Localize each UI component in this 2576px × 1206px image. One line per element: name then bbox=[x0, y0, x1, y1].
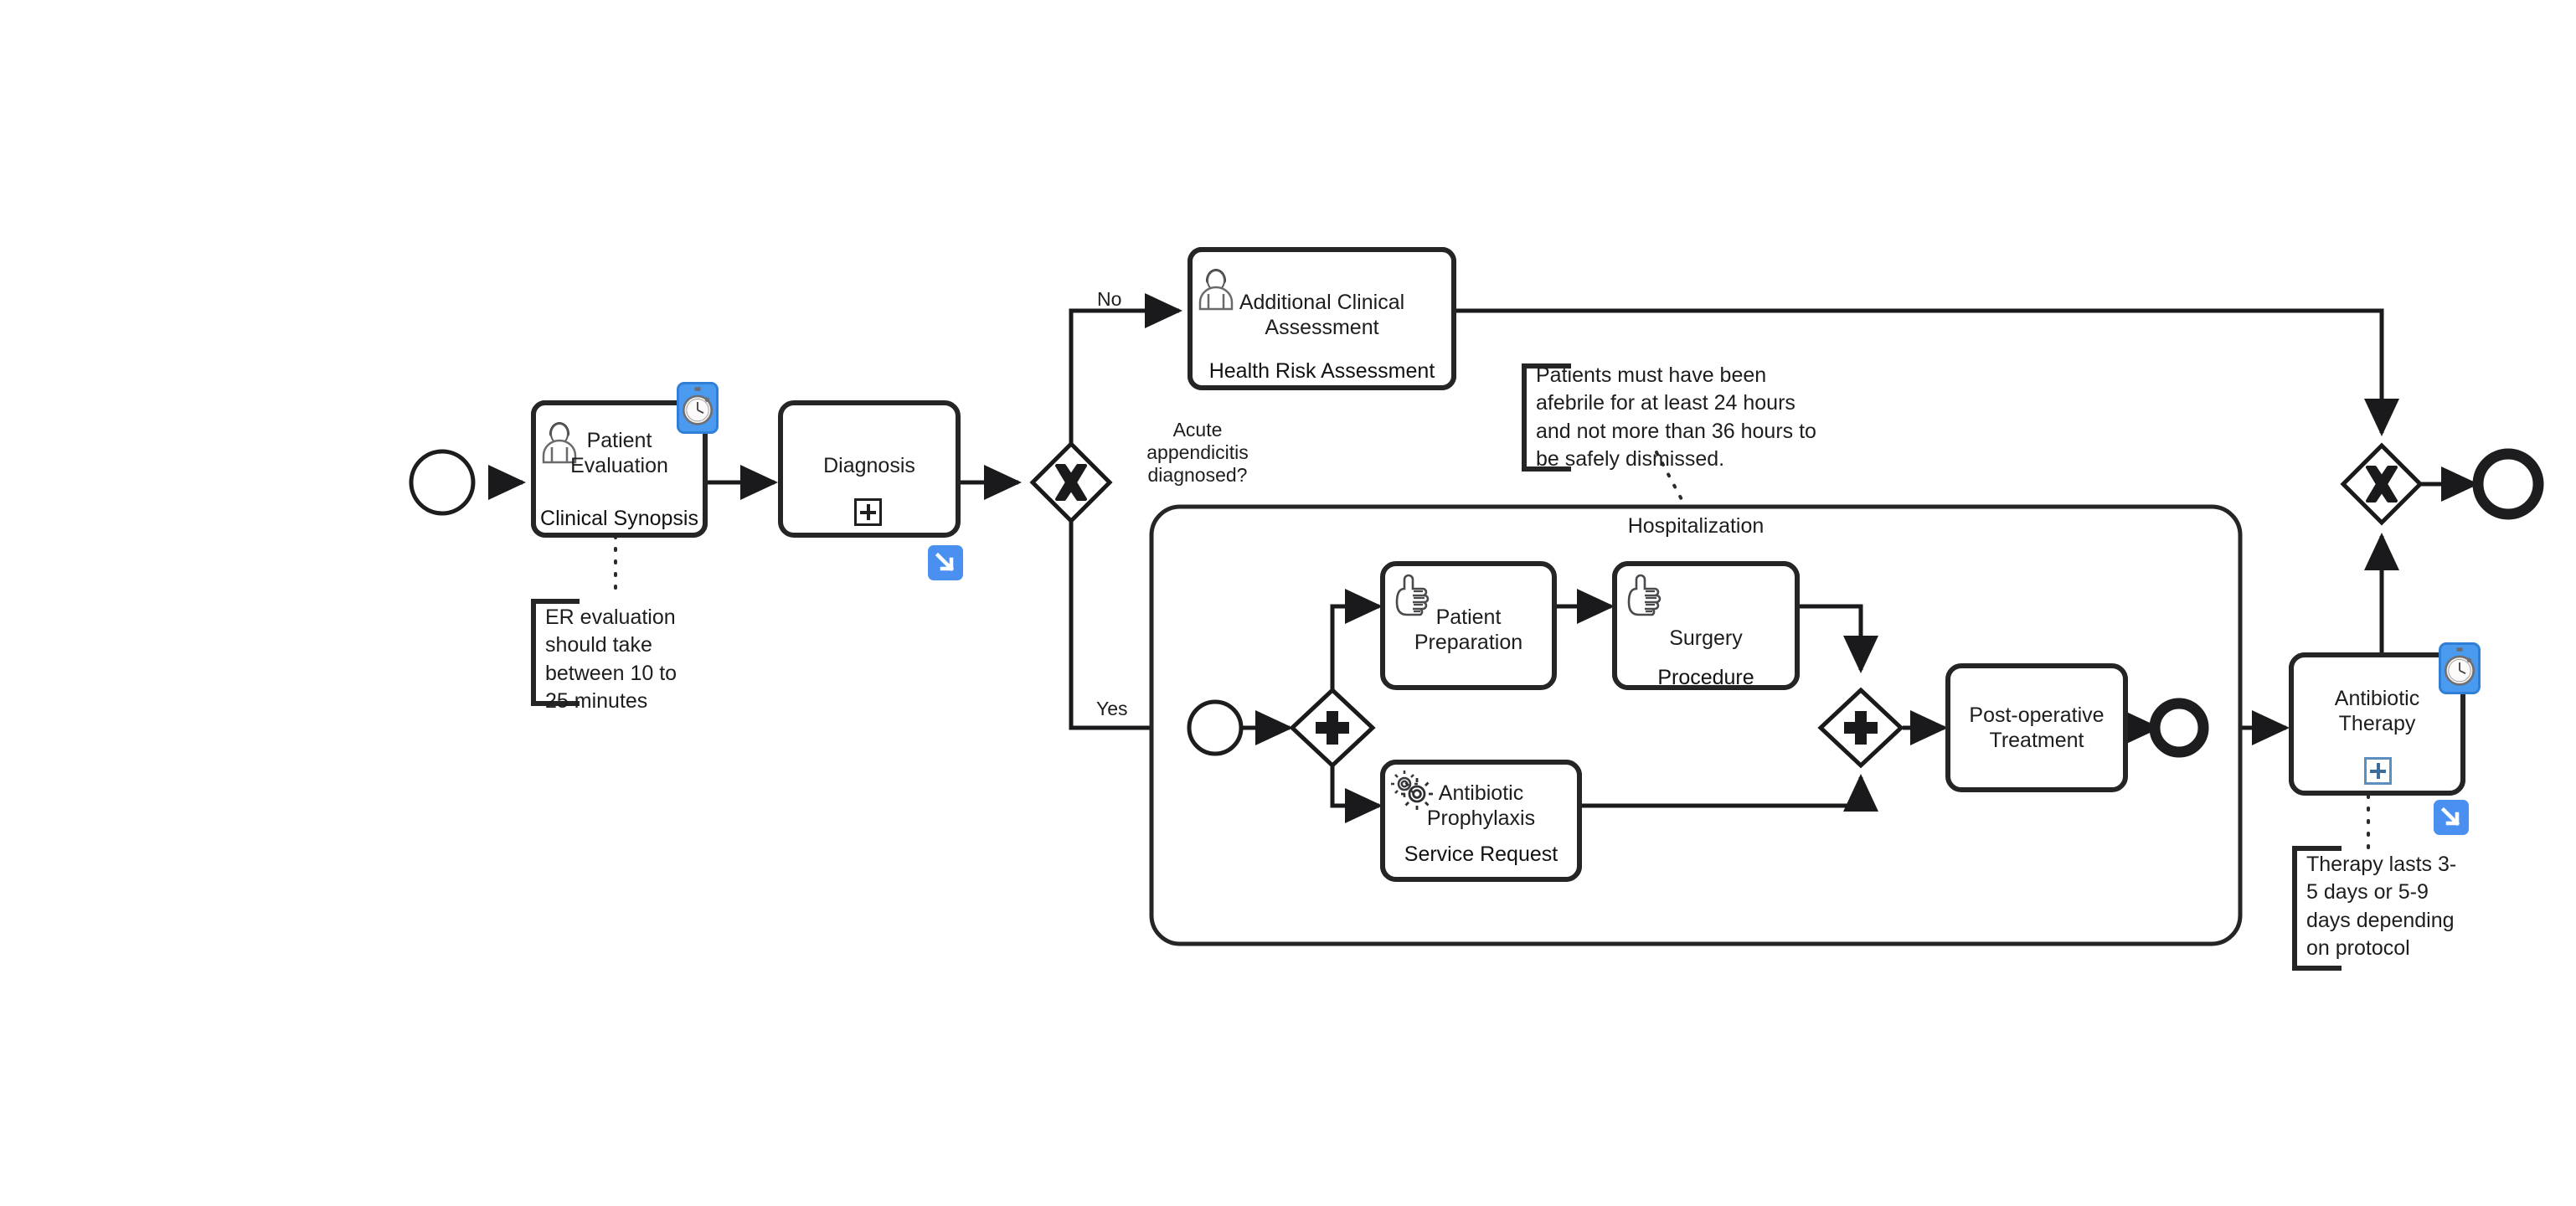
subprocess-start-event bbox=[1187, 699, 1244, 756]
plus-marker-diagnosis[interactable] bbox=[854, 498, 882, 526]
task-band-antibiotic-prophylaxis: Service Request bbox=[1404, 843, 1558, 866]
task-band-additional-clinical-assessment: Health Risk Assessment bbox=[1208, 359, 1435, 383]
bpmn-canvas: Patient Evaluation Clinical Synopsis Dia… bbox=[0, 0, 2576, 1206]
task-band-surgery: Procedure bbox=[1657, 666, 1754, 689]
timer-badge-icon-antibiotic-therapy[interactable] bbox=[2439, 642, 2481, 694]
link-badge-icon-antibiotic-therapy[interactable] bbox=[2434, 800, 2469, 835]
task-label-post-operative-treatment: Post-operative Treatment bbox=[1969, 704, 2105, 752]
diagnosis-decision-gateway bbox=[1029, 441, 1113, 524]
end-event bbox=[2472, 448, 2544, 520]
task-band-patient-evaluation: Clinical Synopsis bbox=[540, 507, 698, 530]
task-label-antibiotic-prophylaxis: Antibiotic Prophylaxis bbox=[1426, 781, 1536, 830]
annotation-therapy-duration: Therapy lasts 3- 5 days or 5-9 days depe… bbox=[2306, 853, 2457, 960]
annotation-er-evaluation: ER evaluation should take between 10 to … bbox=[545, 606, 677, 713]
timer-badge-icon-patient-evaluation[interactable] bbox=[677, 382, 719, 434]
task-label-diagnosis: Diagnosis bbox=[823, 454, 915, 477]
task-label-patient-evaluation: Patient Evaluation bbox=[570, 429, 668, 477]
start-event bbox=[409, 449, 476, 516]
flow-label-no: No bbox=[1097, 288, 1122, 310]
flow-label-yes: Yes bbox=[1096, 698, 1128, 719]
task-label-surgery: Surgery bbox=[1669, 626, 1743, 650]
link-badge-icon-diagnosis[interactable] bbox=[928, 545, 963, 580]
annotation-afebrile: Patients must have been afebrile for at … bbox=[1536, 363, 1816, 471]
task-label-antibiotic-therapy: Antibiotic Therapy bbox=[2334, 687, 2420, 735]
bpmn-diagram-svg bbox=[409, 247, 2544, 971]
subprocess-end-event bbox=[2149, 698, 2209, 758]
flow-label-condition: Acute appendicitis diagnosed? bbox=[1146, 419, 1249, 487]
merge-gateway bbox=[2340, 442, 2424, 526]
task-label-additional-clinical-assessment: Additional Clinical Assessment bbox=[1239, 291, 1405, 339]
plus-marker-antibiotic-therapy[interactable] bbox=[2364, 757, 2392, 785]
subprocess-title-hospitalization: Hospitalization bbox=[1627, 514, 1765, 538]
task-label-patient-preparation: Patient Preparation bbox=[1414, 606, 1523, 654]
